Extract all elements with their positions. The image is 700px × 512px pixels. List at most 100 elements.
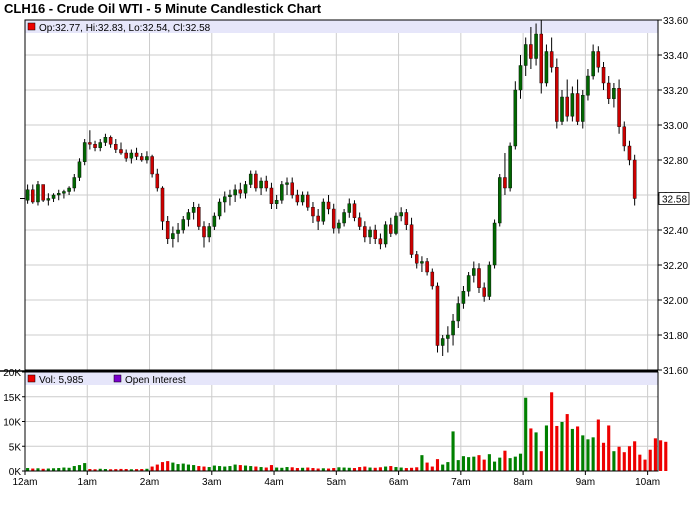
volume-bar — [467, 457, 471, 471]
candle-body — [67, 187, 71, 192]
candle-body — [186, 212, 191, 220]
candle-body — [446, 334, 450, 339]
candle-body — [570, 93, 575, 117]
candle-body — [523, 44, 528, 66]
volume-bar — [653, 438, 657, 471]
candle-body — [492, 222, 497, 266]
time-tick-label: 5am — [327, 477, 346, 488]
candle — [217, 198, 222, 220]
candle-body — [212, 215, 217, 227]
volume-bar — [223, 466, 227, 471]
price-grid — [24, 19, 658, 371]
candle — [456, 296, 460, 328]
candle — [399, 207, 403, 222]
volume-bar — [539, 451, 543, 471]
candle-body — [394, 215, 398, 234]
volume-bar — [607, 425, 611, 471]
candle-body — [197, 207, 201, 227]
candle-body — [373, 229, 377, 239]
volume-bar — [160, 462, 165, 471]
candle-body — [41, 184, 45, 201]
candle — [337, 219, 341, 234]
candle — [513, 81, 518, 150]
volume-bar — [643, 459, 647, 471]
volume-bar — [493, 461, 497, 471]
volume-bar — [586, 439, 590, 471]
candle-body — [93, 144, 97, 148]
candle — [451, 314, 455, 346]
candle — [617, 79, 621, 134]
candle-body — [596, 51, 601, 68]
time-tick-label: 2am — [140, 477, 159, 488]
volume-bar — [306, 467, 310, 471]
candle — [191, 202, 196, 220]
candle — [233, 184, 237, 202]
price-tick-label: 33.20 — [663, 86, 688, 97]
candle-body — [51, 194, 56, 199]
candle-body — [165, 221, 170, 239]
candle — [575, 79, 580, 125]
candle-body — [124, 152, 128, 159]
volume-bar — [259, 467, 263, 471]
volume-bar — [155, 464, 159, 471]
candle-body — [534, 33, 538, 59]
volume-bar — [503, 450, 507, 471]
volume-bar — [596, 419, 600, 471]
candle — [228, 189, 232, 206]
candle — [503, 153, 507, 195]
candle-body — [259, 180, 263, 189]
volume-bar — [342, 467, 346, 471]
candle-body — [425, 261, 429, 273]
volume-bar — [181, 463, 185, 471]
time-tick-label: 1am — [78, 477, 97, 488]
candle-body — [295, 194, 300, 203]
price-tick-label: 31.60 — [663, 366, 688, 377]
volume-bar — [171, 462, 175, 471]
volume-bar — [612, 451, 616, 471]
volume-bar — [358, 467, 362, 471]
volume-bar — [648, 449, 652, 471]
candle — [36, 181, 40, 206]
volume-bar — [62, 467, 66, 471]
volume-bar — [363, 466, 367, 471]
candle-body — [352, 203, 357, 218]
candle-body — [617, 88, 621, 127]
candle — [409, 217, 414, 258]
candle-body — [25, 189, 30, 201]
candle-body — [575, 93, 580, 122]
candle — [347, 198, 352, 218]
candle-body — [368, 229, 372, 238]
volume-bar — [197, 466, 201, 471]
candle — [295, 189, 300, 206]
volume-bar — [472, 456, 476, 471]
candle — [601, 62, 606, 90]
volume-bar — [290, 467, 294, 471]
candle-body — [326, 201, 331, 210]
volume-bar — [238, 465, 242, 471]
candle-body — [430, 271, 435, 287]
volume-bar — [638, 454, 642, 471]
candle — [581, 90, 585, 129]
candle-body — [357, 217, 362, 227]
candle-body — [114, 144, 118, 150]
price-tick-label: 32.40 — [663, 226, 688, 237]
candle-body — [409, 224, 414, 255]
price-tick-label: 33.00 — [663, 121, 688, 132]
volume-bar — [430, 466, 434, 471]
candle — [523, 37, 528, 76]
candle-body — [269, 187, 274, 204]
volume-bar — [243, 465, 248, 471]
candle — [186, 209, 191, 227]
open-interest-legend-swatch — [113, 374, 122, 383]
candle-body — [207, 226, 211, 238]
candle-body — [191, 207, 196, 213]
candle — [264, 175, 269, 192]
volume-bar — [461, 456, 465, 471]
candle-body — [342, 212, 346, 224]
candle-body — [103, 137, 108, 143]
candle — [108, 135, 113, 148]
candle-body — [440, 338, 445, 346]
volume-bar — [456, 460, 460, 471]
candle-body — [181, 219, 186, 231]
candle-body — [420, 261, 424, 264]
